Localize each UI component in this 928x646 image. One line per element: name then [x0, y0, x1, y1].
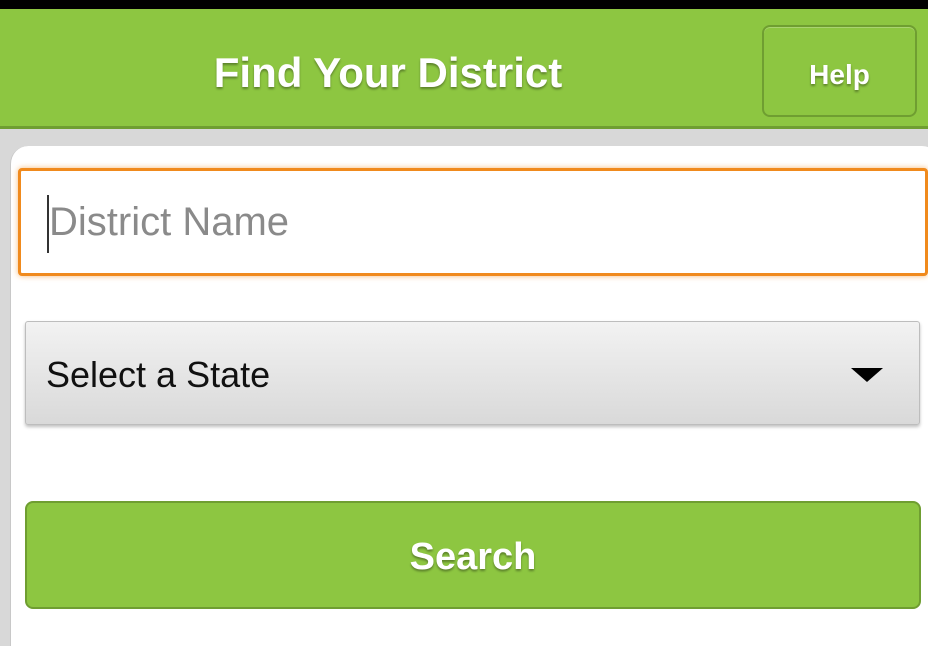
state-select[interactable]: Select a State [25, 321, 920, 425]
page-title: Find Your District [213, 49, 563, 96]
app-header: Find Your District Help [0, 9, 928, 129]
status-bar [0, 0, 928, 9]
search-button[interactable]: Search [25, 501, 921, 609]
district-name-field[interactable] [18, 168, 928, 276]
state-select-label: Select a State [46, 354, 271, 395]
text-cursor [47, 195, 49, 253]
district-name-input[interactable] [21, 171, 925, 273]
help-button[interactable]: Help [762, 25, 917, 117]
chevron-down-icon [851, 368, 883, 382]
